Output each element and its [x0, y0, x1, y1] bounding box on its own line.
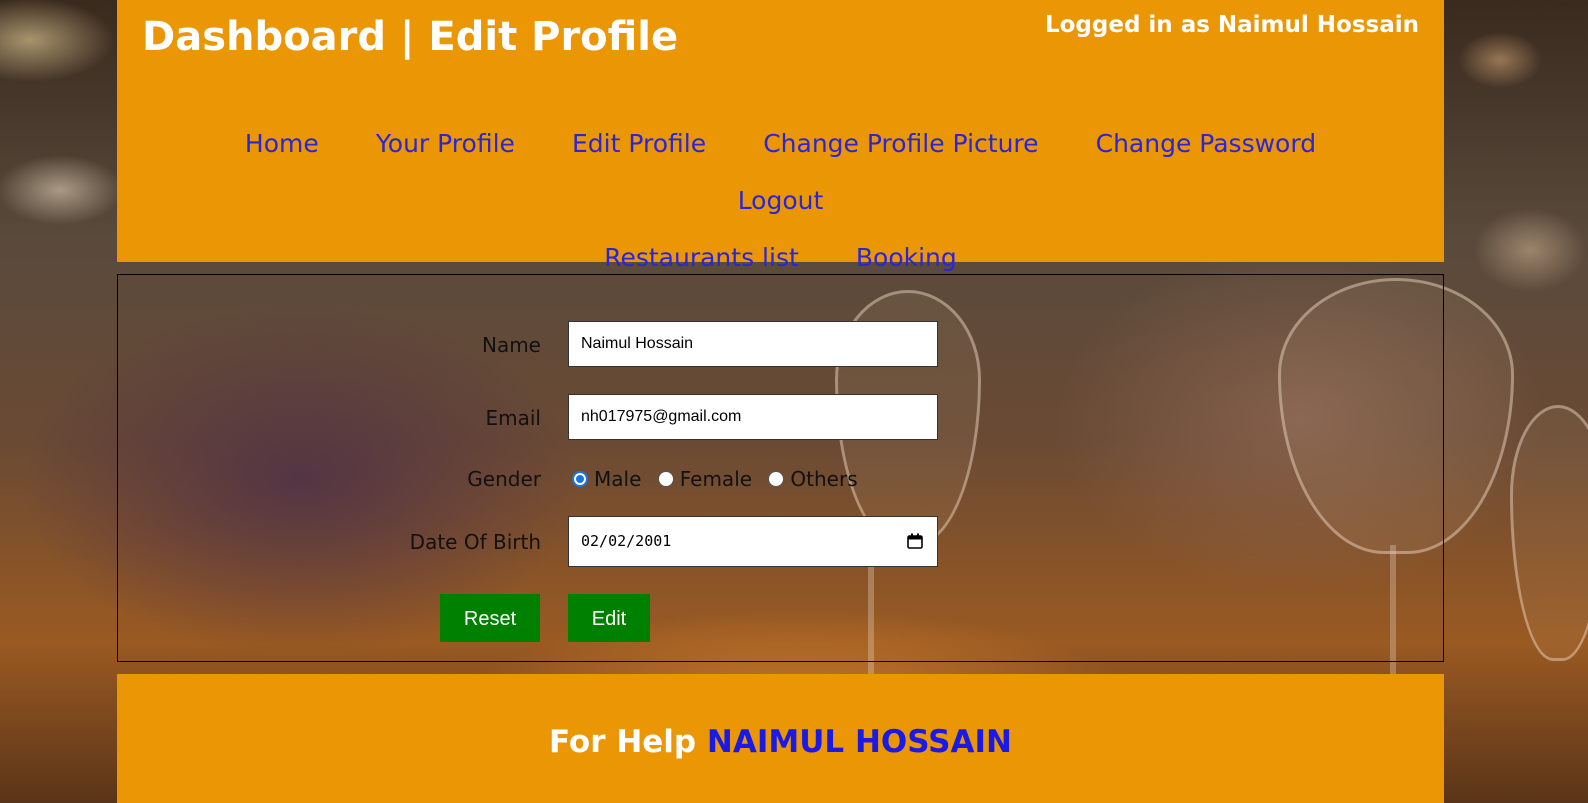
gender-radio-female[interactable]: [657, 470, 674, 487]
gender-radio-male[interactable]: [572, 470, 588, 487]
gender-radio-others[interactable]: [768, 470, 785, 487]
nav-link-edit-profile[interactable]: Edit Profile: [572, 117, 706, 171]
logged-in-status: Logged in as Naimul Hossain: [1044, 12, 1419, 38]
nav-link-your-profile[interactable]: Your Profile: [376, 117, 515, 171]
email-input[interactable]: [568, 394, 938, 440]
gender-option-female[interactable]: Female: [657, 467, 753, 491]
footer-help: For Help NAIMUL HOSSAIN: [117, 724, 1444, 760]
page-title: Dashboard | Edit Profile: [142, 14, 679, 60]
edit-button[interactable]: Edit: [568, 594, 650, 642]
dob-input[interactable]: 02/02/2001: [568, 516, 938, 567]
gender-label: Gender: [467, 467, 541, 491]
nav-link-change-password[interactable]: Change Password: [1096, 117, 1316, 171]
gender-radio-group: Male Female Others: [572, 467, 868, 491]
gender-option-male[interactable]: Male: [572, 467, 641, 491]
edit-profile-form: Name Email Gender Male Female Others Dat…: [117, 274, 1444, 662]
page-header: Dashboard | Edit Profile Logged in as Na…: [117, 0, 1444, 272]
page-footer: For Help NAIMUL HOSSAIN: [117, 674, 1444, 803]
dob-value: 02/02/2001: [581, 532, 672, 550]
name-input[interactable]: [568, 321, 938, 367]
nav-link-change-profile-picture[interactable]: Change Profile Picture: [763, 117, 1038, 171]
footer-help-text: For Help: [549, 724, 697, 760]
gender-option-others[interactable]: Others: [768, 467, 858, 491]
reset-button[interactable]: Reset: [440, 594, 540, 642]
nav-link-logout[interactable]: Logout: [738, 174, 824, 228]
dob-label: Date Of Birth: [409, 530, 541, 554]
footer-help-name[interactable]: NAIMUL HOSSAIN: [707, 724, 1012, 760]
email-label: Email: [485, 406, 542, 430]
calendar-icon[interactable]: [907, 533, 923, 549]
gender-option-label: Others: [790, 467, 858, 491]
background-wineglass: [1510, 405, 1588, 661]
main-nav: Home Your Profile Edit Profile Change Pr…: [157, 117, 1404, 288]
name-label: Name: [481, 333, 541, 357]
nav-link-home[interactable]: Home: [245, 117, 319, 171]
gender-option-label: Female: [679, 467, 753, 491]
gender-option-label: Male: [594, 467, 642, 491]
